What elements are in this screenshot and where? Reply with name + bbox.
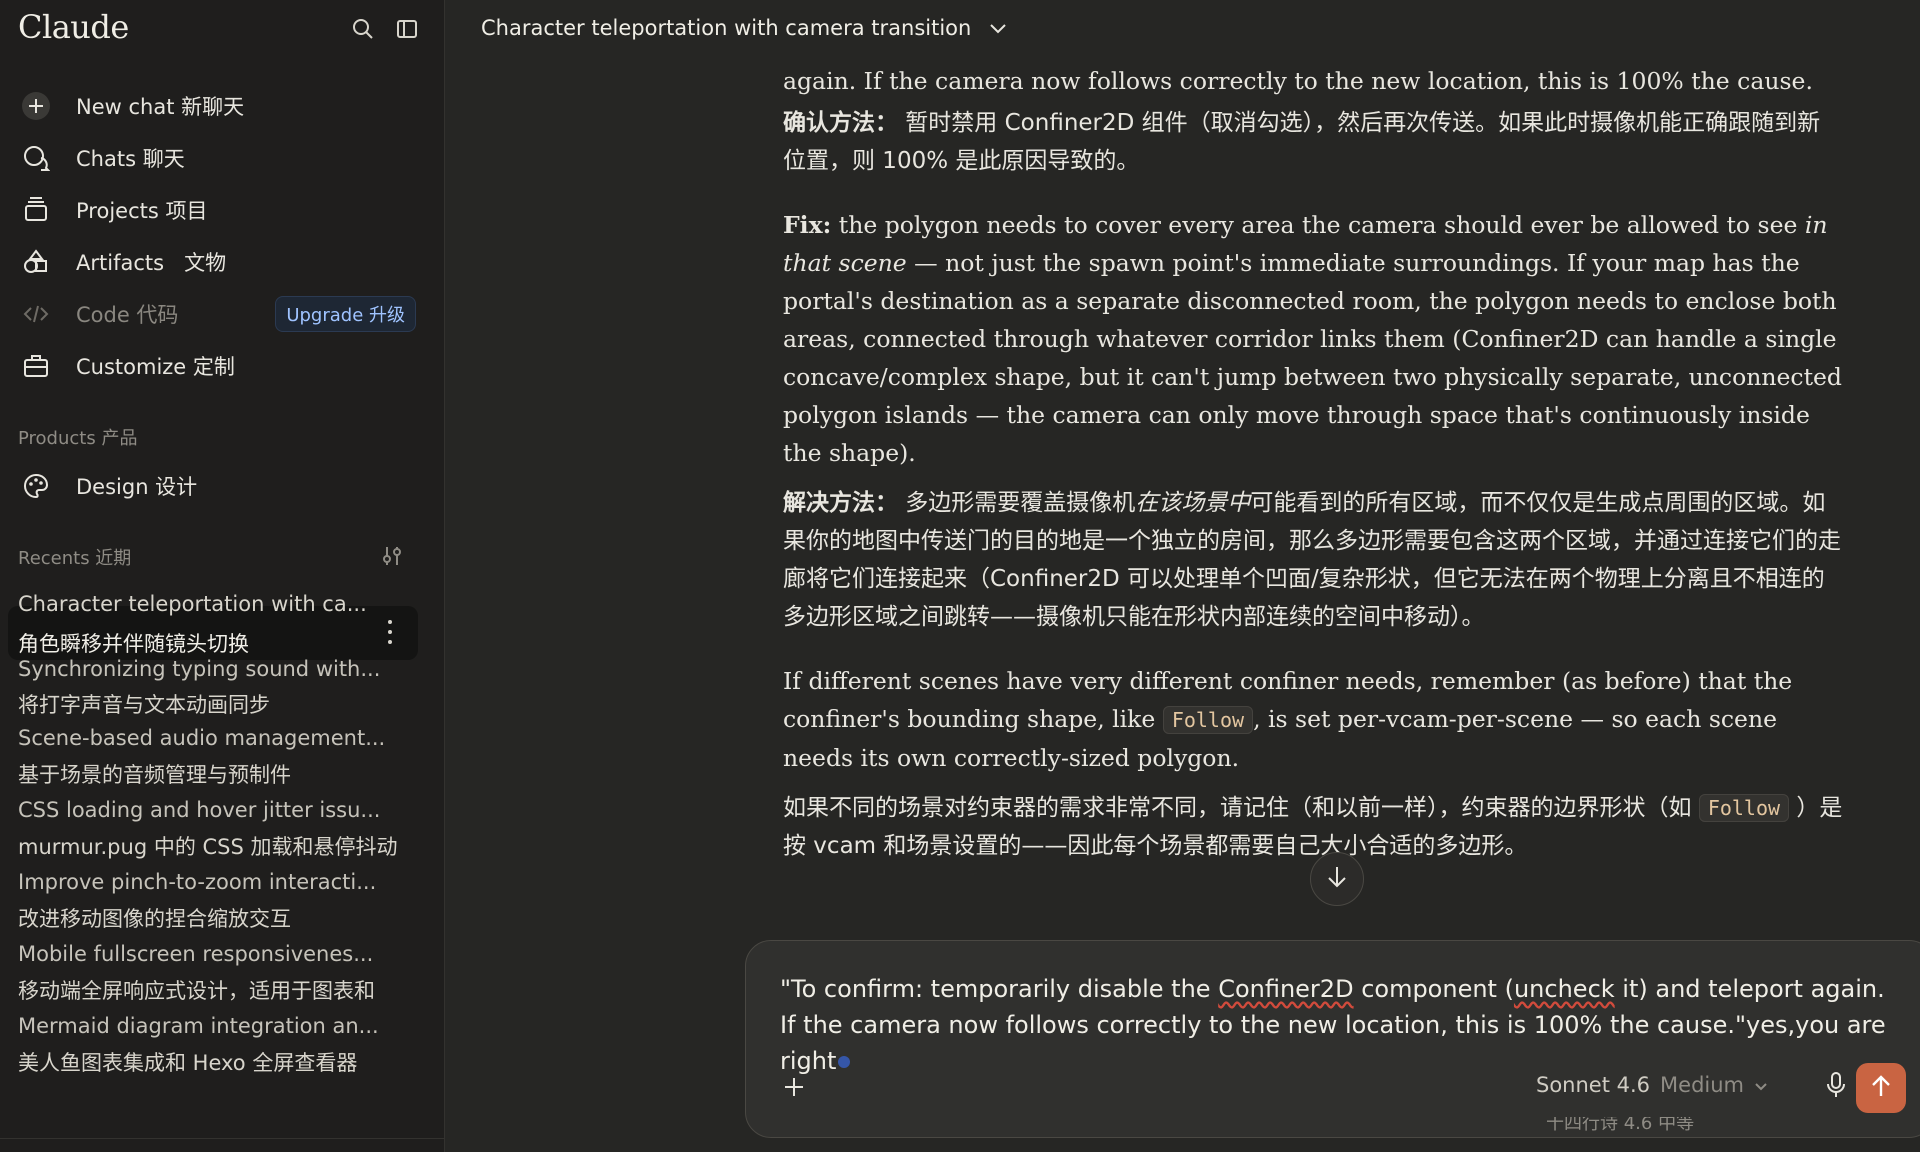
model-name: Sonnet 4.6 — [1536, 1073, 1651, 1097]
paragraph-zh: 确认方法： 暂时禁用 Confiner2D 组件（取消勾选），然后再次传送。如果… — [783, 104, 1843, 180]
arrow-down-icon — [1326, 865, 1348, 893]
code-icon — [20, 298, 52, 330]
nav-label: Code 代码 — [76, 303, 179, 327]
plus-icon — [782, 1075, 806, 1103]
paragraph-text: the polygon needs to cover every area th… — [831, 211, 1805, 239]
paragraph-emphasis: 在该场景中 — [1135, 490, 1251, 516]
recent-item[interactable]: 美人鱼图表集成和 Hexo 全屏查看器 — [8, 1044, 418, 1080]
search-icon[interactable] — [346, 12, 380, 46]
products-nav: Design 设计 — [10, 460, 424, 512]
sidebar-footer — [0, 1138, 444, 1152]
effort-level: Medium — [1660, 1073, 1745, 1097]
brand-logo[interactable]: Claude — [18, 8, 129, 46]
recent-item-title-en: Character teleportation with ca... — [18, 592, 367, 616]
nav-label: Artifacts 文物 — [76, 251, 227, 275]
sidebar-item-artifacts[interactable]: Artifacts 文物 — [10, 236, 424, 288]
recents-list: Character teleportation with ca... 角色瞬移并… — [8, 588, 418, 1108]
scroll-to-bottom-button[interactable] — [1310, 852, 1364, 906]
upgrade-badge[interactable]: Upgrade 升级 — [275, 296, 416, 332]
briefcase-icon — [20, 350, 52, 382]
sidebar-item-code[interactable]: Code 代码 Upgrade 升级 — [10, 288, 424, 340]
palette-icon — [20, 470, 52, 502]
recent-item[interactable]: Mermaid diagram integration an... — [8, 1008, 418, 1044]
sidebar-item-projects[interactable]: Projects 项目 — [10, 184, 424, 236]
microphone-button[interactable] — [1816, 1067, 1856, 1107]
nav-label: New chat 新聊天 — [76, 95, 245, 119]
text-cursor — [838, 1056, 851, 1068]
recent-item[interactable]: Improve pinch-to-zoom interacti... — [8, 864, 418, 900]
recent-item[interactable]: murmur.pug 中的 CSS 加载和悬停抖动 — [8, 828, 418, 864]
recent-item[interactable]: CSS loading and hover jitter issu... — [8, 792, 418, 828]
message-composer[interactable]: "To confirm: temporarily disable the Con… — [745, 940, 1920, 1138]
paragraph: Fix: the polygon needs to cover every ar… — [783, 206, 1843, 472]
recent-item[interactable]: Synchronizing typing sound with... — [8, 652, 418, 686]
composer-text: "To confirm: temporarily disable the — [780, 975, 1219, 1003]
arrow-up-icon — [1870, 1074, 1892, 1102]
new-chat-button[interactable]: New chat 新聊天 — [10, 80, 424, 132]
chat-title-dropdown[interactable]: Character teleportation with camera tran… — [481, 16, 1007, 40]
inline-code: Follow — [1698, 794, 1790, 822]
paragraph-zh: 解决方法： 多边形需要覆盖摄像机在该场景中可能看到的所有区域，而不仅仅是生成点周… — [783, 484, 1843, 636]
recent-item[interactable]: 将打字声音与文本动画同步 — [8, 686, 418, 722]
recents-section-label: Recents 近期 — [18, 548, 132, 569]
chevron-down-icon — [989, 16, 1007, 40]
paragraph-text: — not just the spawn point's immediate s… — [783, 249, 1842, 467]
recent-item[interactable]: Scene-based audio management... — [8, 720, 418, 756]
composer-text: component ( — [1353, 975, 1514, 1003]
sidebar: Claude New chat 新聊天 Chats 聊天 Projects 项目 — [0, 0, 445, 1152]
chat-bubbles-icon — [20, 142, 52, 174]
products-section-label: Products 产品 — [18, 428, 138, 449]
recent-item[interactable]: 基于场景的音频管理与预制件 — [8, 756, 418, 792]
chevron-down-icon — [1754, 1073, 1768, 1097]
paragraph-text: 如果不同的场景对约束器的需求非常不同，请记住（和以前一样），约束器的边界形状（如 — [783, 795, 1699, 821]
sidebar-nav: New chat 新聊天 Chats 聊天 Projects 项目 Artifa… — [10, 80, 424, 392]
recent-item[interactable]: 改进移动图像的捏合缩放交互 — [8, 900, 418, 936]
paragraph-label: 解决方法： — [783, 490, 898, 516]
recent-item[interactable]: 移动端全屏响应式设计，适用于图表和 — [8, 972, 418, 1008]
paragraph-text: again. If the camera now follows correct… — [783, 67, 1813, 95]
nav-label: Chats 聊天 — [76, 147, 185, 171]
sidebar-toggle-icon[interactable] — [390, 12, 424, 46]
paragraph-text: 暂时禁用 Confiner2D 组件（取消勾选），然后再次传送。如果此时摄像机能… — [783, 110, 1821, 174]
artifacts-icon — [20, 246, 52, 278]
nav-label: Design 设计 — [76, 475, 198, 499]
paragraph-zh: 如果不同的场景对约束器的需求非常不同，请记住（和以前一样），约束器的边界形状（如… — [783, 789, 1843, 865]
send-button[interactable] — [1856, 1063, 1906, 1113]
assistant-message: again. If the camera now follows correct… — [783, 62, 1843, 942]
model-selector[interactable]: Sonnet 4.6 Medium — [1536, 1073, 1768, 1097]
paragraph-label: 确认方法： — [783, 110, 898, 136]
projects-icon — [20, 194, 52, 226]
sidebar-item-customize[interactable]: Customize 定制 — [10, 340, 424, 392]
inline-code: Follow — [1162, 706, 1254, 734]
more-options-icon[interactable] — [380, 620, 400, 644]
paragraph-label: Fix: — [783, 211, 832, 239]
spellcheck-word: Confiner2D — [1218, 975, 1354, 1003]
add-attachment-button[interactable] — [774, 1069, 814, 1109]
plus-icon — [20, 90, 52, 122]
paragraph: again. If the camera now follows correct… — [783, 62, 1843, 100]
filter-sliders-icon[interactable] — [380, 544, 406, 570]
paragraph-text: 多边形需要覆盖摄像机 — [898, 490, 1136, 516]
nav-label: Projects 项目 — [76, 199, 208, 223]
paragraph: If different scenes have very different … — [783, 662, 1843, 777]
sidebar-item-design[interactable]: Design 设计 — [10, 460, 424, 512]
model-selector-translation: 十四行诗 4.6 中等 — [1546, 1117, 1695, 1131]
nav-label: Customize 定制 — [76, 355, 235, 379]
composer-input[interactable]: "To confirm: temporarily disable the Con… — [780, 971, 1890, 1079]
recent-item[interactable]: Mobile fullscreen responsivenes... — [8, 936, 418, 972]
chat-title: Character teleportation with camera tran… — [481, 16, 972, 40]
sidebar-item-chats[interactable]: Chats 聊天 — [10, 132, 424, 184]
microphone-icon — [1825, 1071, 1847, 1103]
spellcheck-word: uncheck — [1513, 975, 1615, 1003]
